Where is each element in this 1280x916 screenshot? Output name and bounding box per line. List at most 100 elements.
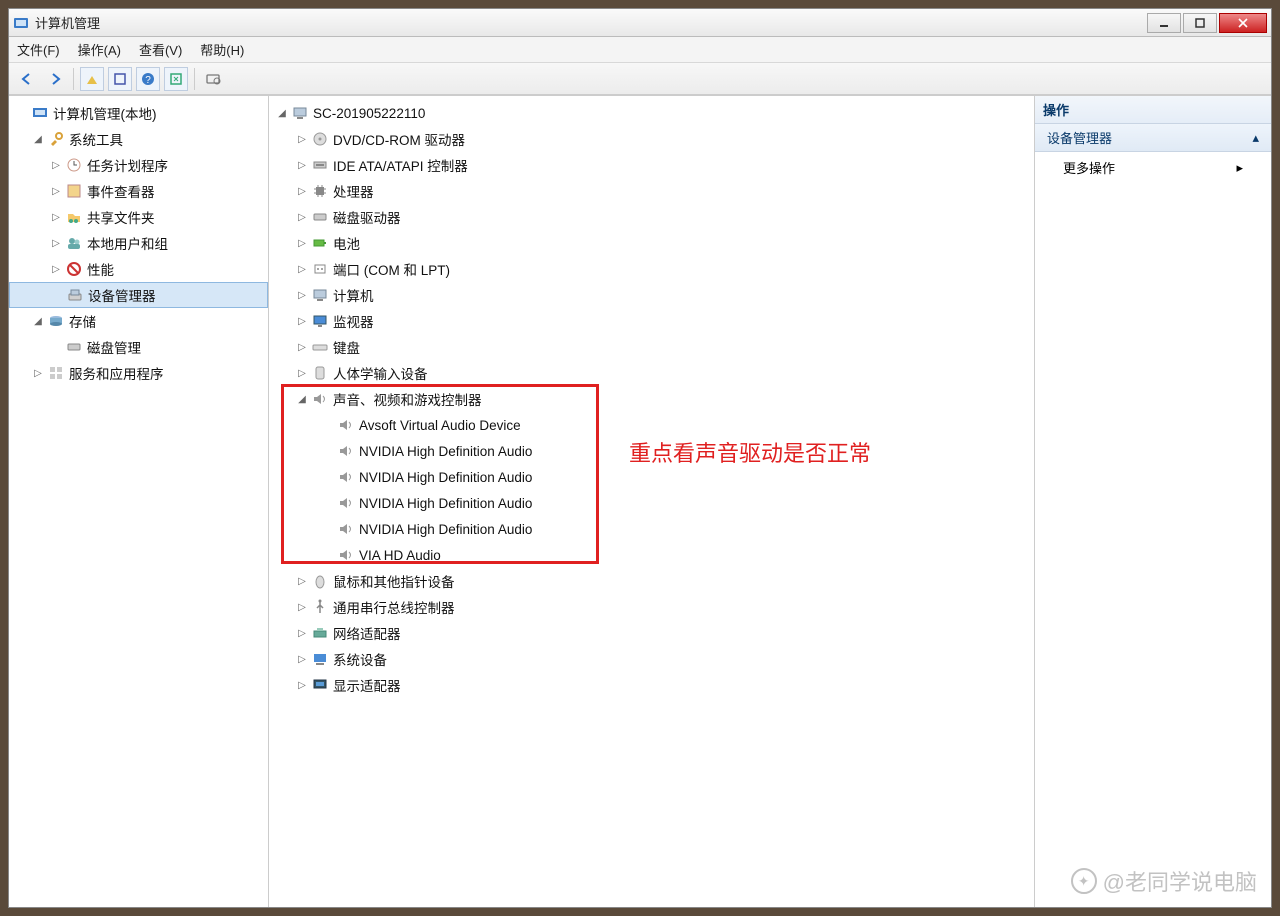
menu-help[interactable]: 帮助(H): [200, 40, 244, 59]
expand-icon[interactable]: ▷: [295, 238, 309, 249]
expand-icon[interactable]: ▷: [295, 134, 309, 145]
expand-icon[interactable]: ▷: [49, 160, 63, 171]
sys-icon: [311, 650, 329, 668]
scan-button[interactable]: [201, 67, 225, 91]
device-label: NVIDIA High Definition Audio: [359, 496, 532, 511]
clock-icon: [65, 156, 83, 174]
device-mouse[interactable]: ▷ 鼠标和其他指针设备: [269, 568, 1034, 594]
device-label: 电池: [333, 233, 360, 253]
device-hid[interactable]: ▷人体学输入设备: [269, 360, 1034, 386]
device-label: 鼠标和其他指针设备: [333, 571, 455, 591]
tree-root-computer-mgmt[interactable]: 计算机管理(本地): [9, 100, 268, 126]
tree-local-users[interactable]: ▷ 本地用户和组: [9, 230, 268, 256]
close-button[interactable]: [1219, 13, 1267, 33]
window-title: 计算机管理: [35, 13, 1145, 32]
expand-icon[interactable]: ▷: [295, 628, 309, 639]
speaker-icon: [337, 546, 355, 564]
tree-storage[interactable]: ◢ 存储: [9, 308, 268, 334]
device-monitor[interactable]: ▷监视器: [269, 308, 1034, 334]
menu-view[interactable]: 查看(V): [139, 40, 182, 59]
device-sound-controllers[interactable]: ◢声音、视频和游戏控制器: [269, 386, 1034, 412]
tree-shared-folders[interactable]: ▷ 共享文件夹: [9, 204, 268, 230]
tree-disk-mgmt[interactable]: 磁盘管理: [9, 334, 268, 360]
collapse-caret-icon[interactable]: ▴: [1252, 130, 1259, 146]
tree-performance[interactable]: ▷ 性能: [9, 256, 268, 282]
users-icon: [65, 234, 83, 252]
tree-services-apps[interactable]: ▷ 服务和应用程序: [9, 360, 268, 386]
toolbar-separator: [194, 68, 195, 90]
expand-icon[interactable]: ▷: [295, 160, 309, 171]
expand-icon[interactable]: ▷: [295, 212, 309, 223]
app-window: 计算机管理 文件(F) 操作(A) 查看(V) 帮助(H) ?: [8, 8, 1272, 908]
speaker-icon: [337, 416, 355, 434]
collapse-icon[interactable]: ◢: [295, 394, 309, 405]
expand-icon[interactable]: ▷: [49, 238, 63, 249]
device-dvd[interactable]: ▷ DVD/CD-ROM 驱动器: [269, 126, 1034, 152]
device-sound-item[interactable]: NVIDIA High Definition Audio: [269, 490, 1034, 516]
device-processor[interactable]: ▷处理器: [269, 178, 1034, 204]
expand-icon[interactable]: ▷: [295, 290, 309, 301]
expand-icon[interactable]: ▷: [49, 186, 63, 197]
expand-icon[interactable]: ▷: [295, 264, 309, 275]
cpu-icon: [311, 182, 329, 200]
actions-pane: 操作 设备管理器 ▴ 更多操作 ▸: [1035, 96, 1271, 907]
minimize-button[interactable]: [1147, 13, 1181, 33]
menu-action[interactable]: 操作(A): [78, 40, 121, 59]
expand-icon[interactable]: ▷: [31, 368, 45, 379]
expand-icon[interactable]: ▷: [49, 212, 63, 223]
device-ide[interactable]: ▷ IDE ATA/ATAPI 控制器: [269, 152, 1034, 178]
menu-bar: 文件(F) 操作(A) 查看(V) 帮助(H): [9, 37, 1271, 63]
expand-icon[interactable]: ▷: [295, 680, 309, 691]
tree-system-tools[interactable]: ◢ 系统工具: [9, 126, 268, 152]
device-display[interactable]: ▷显示适配器: [269, 672, 1034, 698]
expand-icon[interactable]: ▷: [295, 316, 309, 327]
device-ports[interactable]: ▷端口 (COM 和 LPT): [269, 256, 1034, 282]
expand-icon[interactable]: ▷: [295, 342, 309, 353]
device-usb[interactable]: ▷通用串行总线控制器: [269, 594, 1034, 620]
tree-device-manager[interactable]: 设备管理器: [9, 282, 268, 308]
tree-event-viewer[interactable]: ▷ 事件查看器: [9, 178, 268, 204]
hid-icon: [311, 364, 329, 382]
title-bar[interactable]: 计算机管理: [9, 9, 1271, 37]
device-system[interactable]: ▷系统设备: [269, 646, 1034, 672]
expand-icon[interactable]: ▷: [295, 602, 309, 613]
device-label: IDE ATA/ATAPI 控制器: [333, 155, 468, 175]
menu-file[interactable]: 文件(F): [17, 40, 60, 59]
forward-button[interactable]: [43, 67, 67, 91]
tree-label: 存储: [69, 311, 96, 331]
maximize-button[interactable]: [1183, 13, 1217, 33]
device-computer[interactable]: ▷计算机: [269, 282, 1034, 308]
device-sound-item[interactable]: VIA HD Audio: [269, 542, 1034, 568]
snd-icon: [311, 390, 329, 408]
expand-icon[interactable]: ▷: [49, 264, 63, 275]
device-label: DVD/CD-ROM 驱动器: [333, 129, 465, 149]
expand-icon[interactable]: ▷: [295, 654, 309, 665]
refresh-button[interactable]: [164, 67, 188, 91]
device-keyboard[interactable]: ▷键盘: [269, 334, 1034, 360]
help-button[interactable]: ?: [136, 67, 160, 91]
up-button[interactable]: [80, 67, 104, 91]
actions-section[interactable]: 设备管理器 ▴: [1035, 124, 1271, 152]
device-disk-drive[interactable]: ▷ 磁盘驱动器: [269, 204, 1034, 230]
device-network[interactable]: ▷网络适配器: [269, 620, 1034, 646]
back-button[interactable]: [15, 67, 39, 91]
expand-icon[interactable]: ▷: [295, 186, 309, 197]
properties-button[interactable]: [108, 67, 132, 91]
device-battery[interactable]: ▷ 电池: [269, 230, 1034, 256]
collapse-icon[interactable]: ◢: [275, 108, 289, 119]
collapse-icon[interactable]: ◢: [31, 316, 45, 327]
device-sound-item[interactable]: NVIDIA High Definition Audio: [269, 516, 1034, 542]
collapse-icon[interactable]: ◢: [31, 134, 45, 145]
device-sound-item[interactable]: Avsoft Virtual Audio Device: [269, 412, 1034, 438]
device-label: NVIDIA High Definition Audio: [359, 470, 532, 485]
port-icon: [311, 260, 329, 278]
expand-icon[interactable]: ▷: [295, 368, 309, 379]
hdd-icon: [311, 208, 329, 226]
device-root[interactable]: ◢SC-201905222110: [269, 100, 1034, 126]
tree-task-scheduler[interactable]: ▷ 任务计划程序: [9, 152, 268, 178]
app-icon: [13, 15, 29, 31]
device-label: 磁盘驱动器: [333, 207, 401, 227]
actions-more[interactable]: 更多操作 ▸: [1035, 152, 1271, 183]
tree-label: 共享文件夹: [87, 207, 155, 227]
expand-icon[interactable]: ▷: [295, 576, 309, 587]
